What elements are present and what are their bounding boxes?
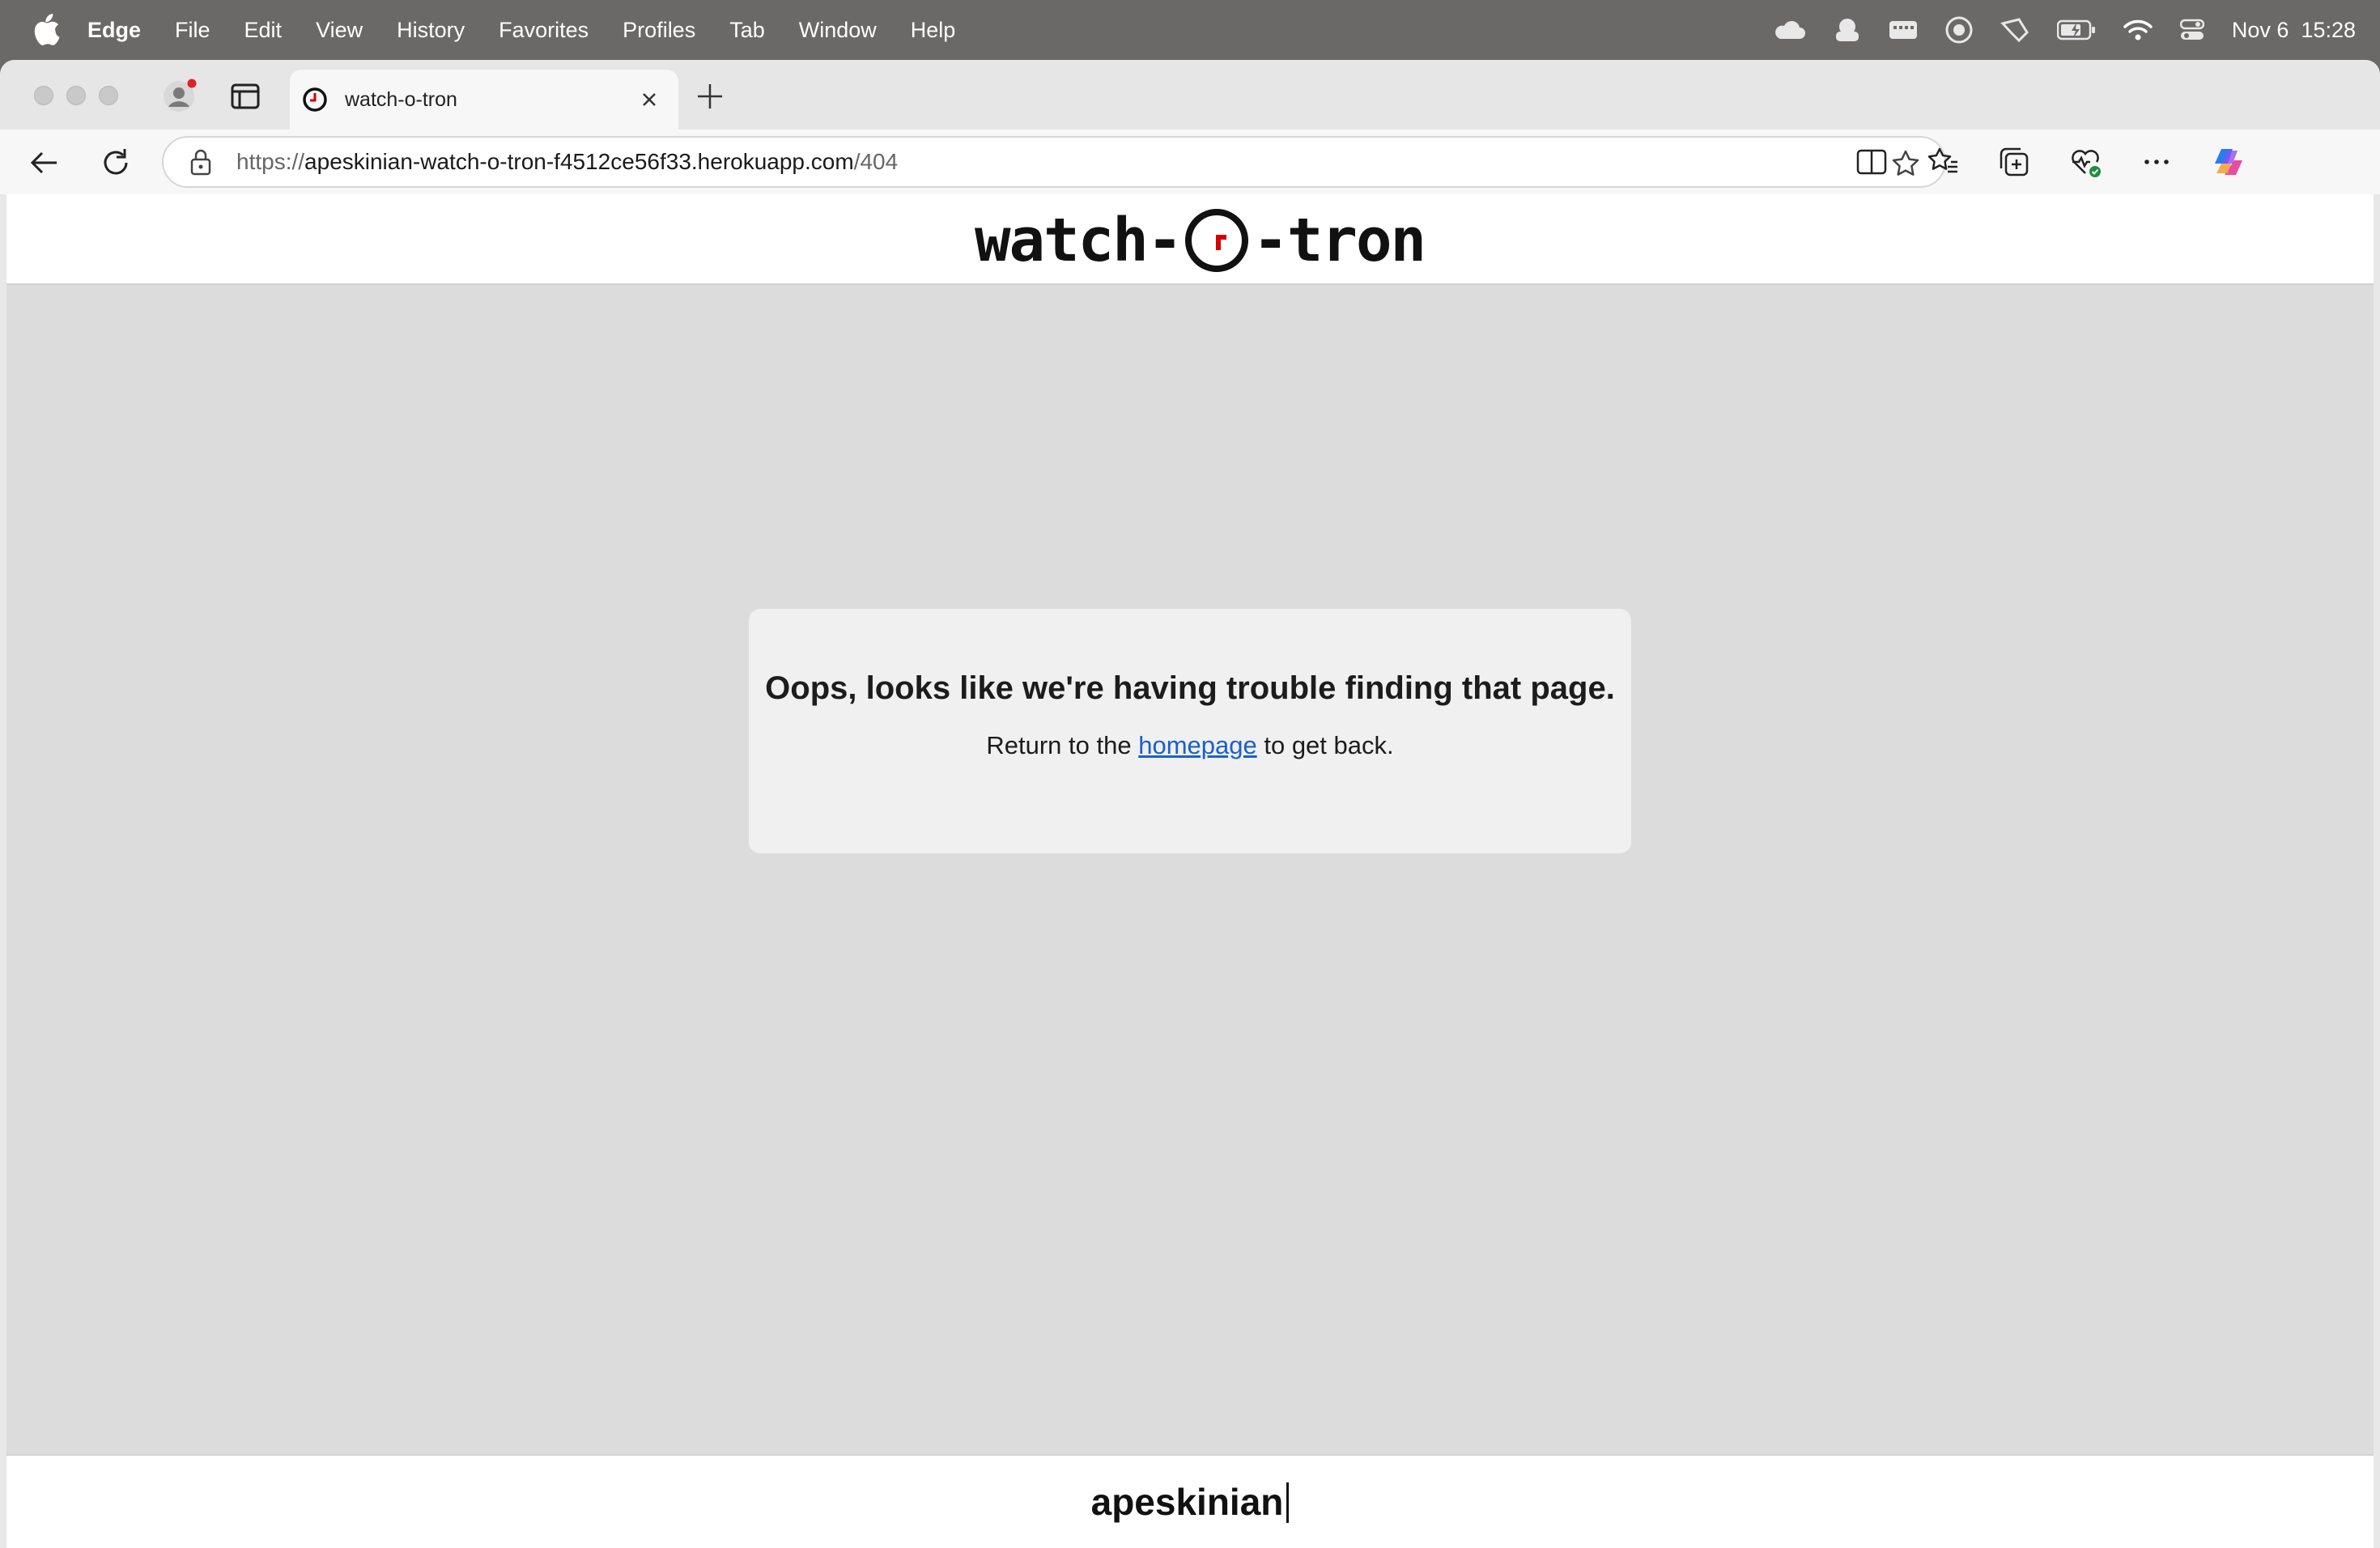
menu-profiles[interactable]: Profiles [623, 18, 695, 43]
refresh-icon[interactable] [99, 146, 133, 180]
error-message: Return to the homepage to get back. [749, 731, 1631, 760]
tab-bar: watch-o-tron [0, 60, 2380, 130]
menu-favorites[interactable]: Favorites [499, 18, 589, 43]
url-scheme: https:// [236, 149, 305, 174]
profile-avatar-icon[interactable] [162, 76, 199, 113]
site-footer: apeskinian [6, 1454, 2374, 1548]
keyboard-icon[interactable] [1889, 19, 1918, 41]
cloud-icon[interactable] [1772, 19, 1806, 40]
error-prefix: Return to the [986, 731, 1139, 759]
browser-essentials-icon[interactable] [2068, 144, 2103, 180]
menu-view[interactable]: View [316, 18, 363, 43]
footer-text[interactable]: apeskinian [1091, 1480, 1290, 1524]
favorites-icon[interactable] [1925, 144, 1961, 180]
battery-icon[interactable] [2056, 19, 2096, 40]
error-suffix: to get back. [1256, 731, 1394, 759]
homepage-link[interactable]: homepage [1138, 731, 1257, 759]
back-icon[interactable] [28, 146, 62, 180]
url-host: apeskinian-watch-o-tron-f4512ce56f33.her… [304, 149, 854, 174]
tab-actions-icon[interactable] [230, 83, 261, 110]
new-tab-icon[interactable] [695, 81, 725, 112]
tab-watch-o-tron[interactable]: watch-o-tron [290, 70, 678, 130]
menu-bar: Edge File Edit View History Favorites Pr… [0, 0, 2380, 60]
tab-title: watch-o-tron [345, 87, 457, 111]
error-card: Oops, looks like we're having trouble fi… [749, 609, 1631, 853]
copilot-icon[interactable] [2210, 144, 2246, 180]
clock-logo-icon [1185, 209, 1249, 272]
close-tab-icon[interactable] [633, 83, 665, 116]
split-screen-icon[interactable] [1854, 144, 1889, 180]
browser-window: watch-o-tron https://apeskinian-watch-o-… [0, 60, 2380, 1548]
error-heading: Oops, looks like we're having trouble fi… [765, 670, 1615, 706]
address-bar[interactable]: https://apeskinian-watch-o-tron-f4512ce5… [162, 136, 1946, 188]
favorite-star-icon[interactable] [1891, 149, 1920, 178]
web-page: watch- -tron Oops, looks like we're havi… [6, 194, 2374, 1548]
menu-window[interactable]: Window [799, 18, 877, 43]
menu-help[interactable]: Help [911, 18, 956, 43]
text-caret [1286, 1482, 1290, 1523]
browser-toolbar: https://apeskinian-watch-o-tron-f4512ce5… [0, 130, 2380, 194]
url-text[interactable]: https://apeskinian-watch-o-tron-f4512ce5… [236, 149, 898, 175]
minimize-window-button[interactable] [66, 86, 86, 105]
window-controls [34, 86, 118, 105]
control-center-icon[interactable] [2179, 18, 2204, 42]
footer-name: apeskinian [1090, 1481, 1284, 1523]
zoom-window-button[interactable] [99, 86, 118, 105]
apple-icon[interactable] [32, 13, 60, 45]
site-header: watch- -tron [6, 194, 2374, 285]
cursor-icon[interactable] [2000, 17, 2029, 43]
menu-edit[interactable]: Edit [244, 18, 283, 43]
drive-icon[interactable] [1834, 17, 1861, 43]
site-logo[interactable]: watch- -tron [975, 204, 1426, 277]
menu-app-edge[interactable]: Edge [87, 18, 141, 43]
url-path: /404 [853, 149, 899, 174]
close-window-button[interactable] [34, 86, 53, 105]
logo-text-right: -tron [1252, 206, 1426, 275]
menu-tab[interactable]: Tab [729, 18, 765, 43]
clock-datetime[interactable]: Nov 6 15:28 [2232, 18, 2356, 43]
logo-text-left: watch- [975, 206, 1183, 275]
menu-history[interactable]: History [397, 18, 465, 43]
lock-icon[interactable] [189, 148, 212, 176]
menu-file[interactable]: File [175, 18, 210, 43]
wifi-icon[interactable] [2123, 19, 2153, 41]
clock-favicon-icon [303, 87, 327, 112]
media-icon[interactable] [1945, 16, 1973, 44]
more-options-icon[interactable] [2139, 144, 2174, 180]
collections-icon[interactable] [1996, 144, 2032, 180]
